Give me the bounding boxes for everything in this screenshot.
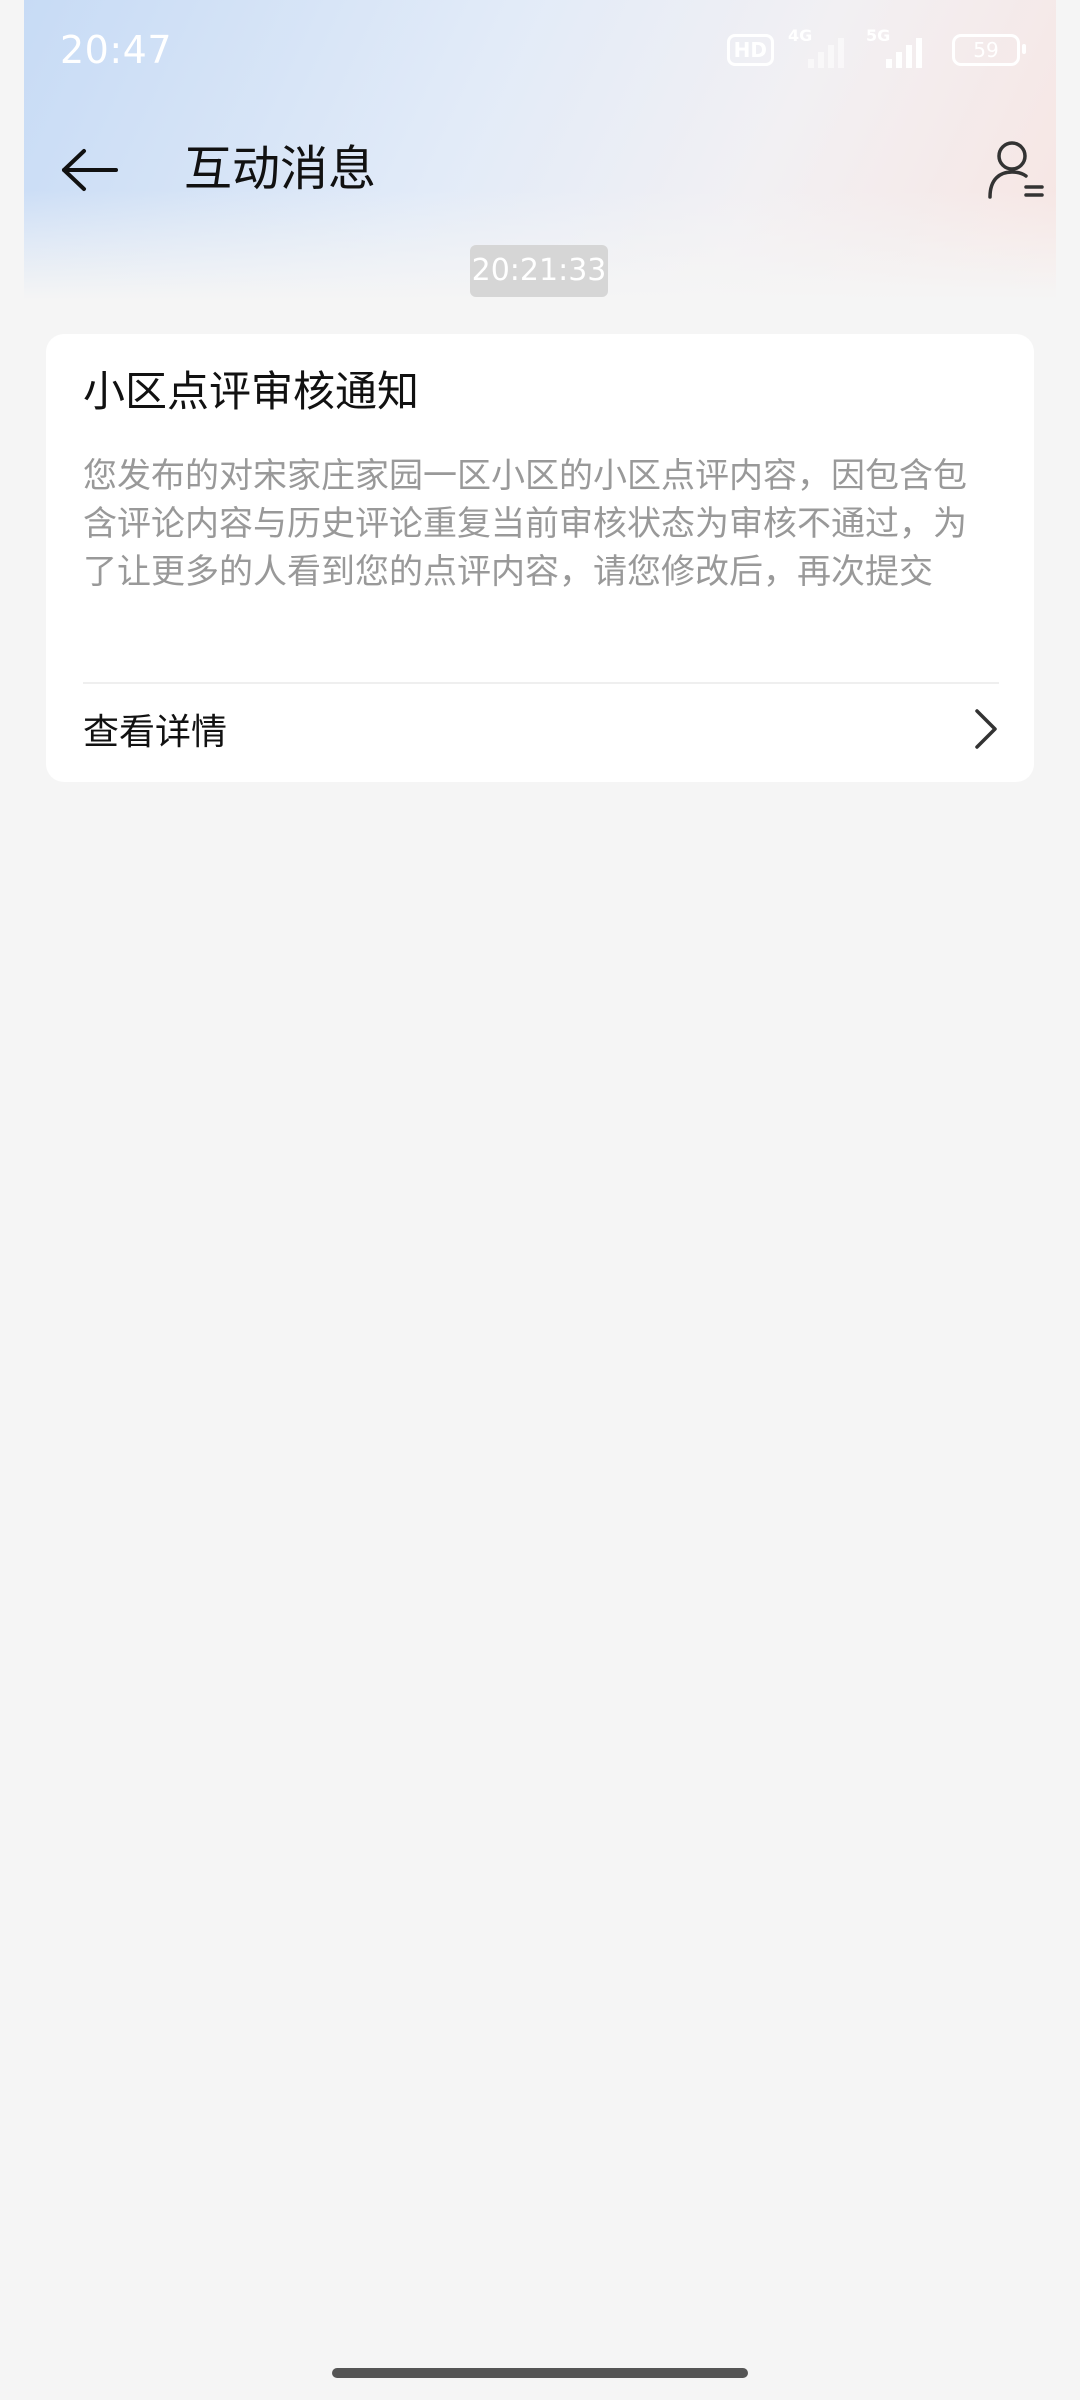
status-icons: HD 4G 5G 59: [726, 26, 1026, 70]
battery-level: 59: [973, 38, 999, 62]
card-divider: [83, 682, 999, 684]
signal-4g-icon: 4G: [788, 26, 852, 70]
view-details-label: 查看详情: [83, 712, 228, 753]
back-button[interactable]: [56, 140, 124, 200]
page-title: 互动消息: [184, 141, 377, 197]
signal-5g-label: 5G: [866, 26, 891, 45]
battery-icon: 59: [952, 34, 1026, 66]
status-bar: 20:47 HD 4G 5G 59: [60, 22, 1026, 78]
status-time: 20:47: [60, 28, 173, 72]
message-timestamp: 20:21:33: [470, 245, 608, 297]
hd-badge: HD: [726, 34, 774, 66]
chevron-right-icon: [975, 709, 997, 749]
profile-button[interactable]: [982, 136, 1050, 204]
signal-5g-icon: 5G: [866, 26, 930, 70]
arrow-left-icon: [62, 149, 118, 191]
signal-4g-label: 4G: [788, 26, 813, 45]
app-header: 互动消息: [0, 120, 1080, 220]
view-details-button[interactable]: 查看详情: [83, 686, 999, 772]
user-list-icon: [988, 141, 1044, 199]
home-indicator[interactable]: [332, 2368, 748, 2378]
notice-card[interactable]: 小区点评审核通知 您发布的对宋家庄家园一区小区的小区点评内容，因包含包含评论内容…: [46, 334, 1034, 782]
notice-body: 您发布的对宋家庄家园一区小区的小区点评内容，因包含包含评论内容与历史评论重复当前…: [83, 456, 967, 592]
notice-title: 小区点评审核通知: [83, 367, 420, 416]
